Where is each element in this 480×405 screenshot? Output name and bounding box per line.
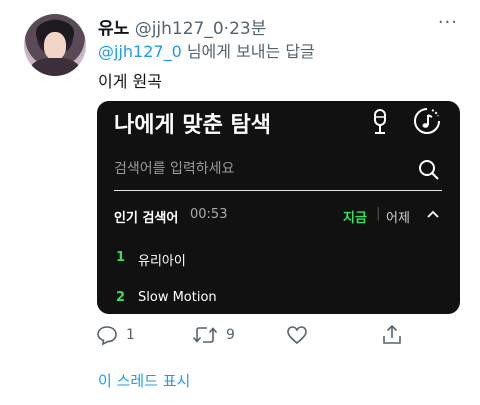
search-input[interactable] bbox=[114, 161, 404, 177]
tab-yesterday[interactable]: 어제 bbox=[386, 207, 410, 226]
retweet-icon bbox=[192, 327, 218, 343]
retweet-button[interactable]: 9 bbox=[192, 320, 235, 350]
reply-mention-link[interactable]: @jjh127_0 bbox=[98, 42, 182, 61]
trending-header: 인기 검색어 00:53 지금 | 어제 bbox=[114, 206, 442, 227]
card-title: 나에게 맞춘 탐색 bbox=[114, 113, 271, 138]
trending-label: 인기 검색어 bbox=[114, 211, 179, 226]
trending-item[interactable]: 1 유리아이 bbox=[114, 250, 434, 270]
reply-count: 1 bbox=[126, 327, 135, 343]
reply-context: @jjh127_0 님에게 보내는 답글 bbox=[98, 38, 315, 62]
microphone-icon bbox=[374, 109, 386, 134]
show-thread-link[interactable]: 이 스레드 표시 bbox=[98, 370, 190, 391]
more-options-icon[interactable]: ··· bbox=[438, 12, 458, 33]
tab-now[interactable]: 지금 bbox=[343, 207, 367, 226]
avatar[interactable] bbox=[24, 14, 86, 76]
tweet-time[interactable]: 23분 bbox=[229, 19, 266, 39]
author-name[interactable]: 유노 bbox=[98, 19, 129, 39]
reply-icon bbox=[97, 326, 117, 346]
search-icon[interactable] bbox=[418, 159, 440, 181]
search-bar[interactable] bbox=[114, 151, 442, 191]
tweet-actions: 1 9 bbox=[96, 320, 416, 350]
share-button[interactable] bbox=[381, 320, 403, 350]
chevron-up-icon[interactable] bbox=[426, 209, 440, 219]
avatar-body bbox=[30, 58, 80, 76]
heart-icon bbox=[287, 326, 307, 345]
like-button[interactable] bbox=[286, 320, 308, 350]
trending-time: 00:53 bbox=[190, 207, 228, 222]
reply-button[interactable]: 1 bbox=[96, 320, 135, 350]
attached-image[interactable]: 나에게 맞춘 탐색 인기 검색어 00:53 지금 | 어제 1 유리아이 2 bbox=[97, 101, 460, 314]
retweet-count: 9 bbox=[226, 327, 235, 343]
tweet-header: 유노 @jjh127_0·23분 bbox=[98, 14, 266, 39]
trending-item[interactable]: 2 Slow Motion bbox=[114, 290, 434, 310]
tweet-text: 이게 원곡 bbox=[98, 72, 162, 91]
avatar-face bbox=[44, 32, 66, 60]
trending-title: Slow Motion bbox=[138, 290, 217, 305]
trending-title: 유리아이 bbox=[138, 254, 186, 269]
reply-suffix: 님에게 보내는 답글 bbox=[181, 42, 315, 61]
share-icon bbox=[383, 324, 401, 344]
trending-rank: 2 bbox=[116, 290, 126, 305]
author-handle[interactable]: @jjh127_0 bbox=[135, 19, 224, 39]
trending-rank: 1 bbox=[116, 250, 126, 265]
music-search-icon bbox=[414, 108, 440, 134]
tab-separator: | bbox=[376, 206, 381, 221]
